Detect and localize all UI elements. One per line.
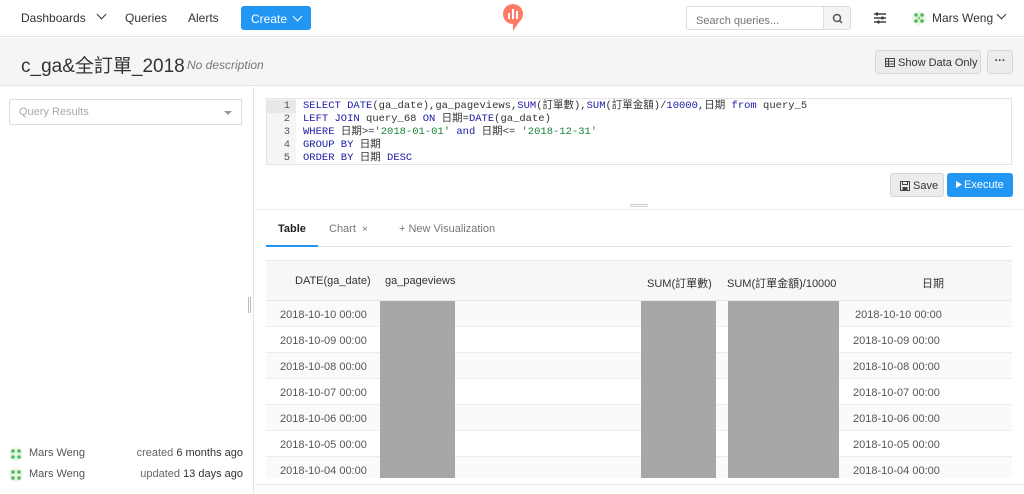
sliders-icon[interactable] (873, 11, 887, 25)
table-row: 2018-10-10 00:00 2018-10-10 00:00 (266, 301, 1012, 327)
column-header[interactable]: SUM(訂單金額)/10000 (727, 275, 836, 291)
show-data-only-button[interactable]: Show Data Only (875, 50, 981, 74)
code-line: SELECT DATE(ga_date),ga_pageviews,SUM(訂單… (303, 100, 808, 112)
query-results-select[interactable]: Query Results (9, 99, 242, 125)
editor-splitter (255, 209, 1024, 210)
line-number-gutter: 1 2 3 4 5 (267, 99, 296, 164)
query-results-placeholder: Query Results (19, 106, 89, 118)
code-line: WHERE 日期>='2018-01-01' and 日期<= '2018-12… (303, 126, 598, 138)
sql-editor[interactable]: 1 2 3 4 5 SELECT DATE(ga_date),ga_pagevi… (266, 98, 1012, 165)
nav-dashboards-label: Dashboards (21, 11, 86, 25)
execute-button[interactable]: Execute (947, 173, 1013, 197)
table-cell: 2018-10-06 00:00 (853, 413, 940, 425)
sidebar-resize-handle[interactable] (248, 297, 251, 313)
table-row: 2018-10-09 00:00 2018-10-09 00:00 (266, 327, 1012, 353)
table-row: 2018-10-07 00:00 2018-10-07 00:00 (266, 379, 1012, 405)
query-header: c_ga&全訂單_2018 No description Show Data O… (0, 38, 1024, 86)
new-visualization-button[interactable]: + New Visualization (399, 223, 495, 235)
updated-when: updated 13 days ago (140, 468, 243, 480)
redash-logo-icon[interactable] (502, 4, 524, 32)
table-icon (885, 58, 895, 67)
tab-chart[interactable]: Chart (329, 223, 356, 235)
table-cell: 2018-10-10 00:00 (855, 309, 942, 321)
table-cell: 2018-10-04 00:00 (853, 465, 940, 477)
search-button[interactable] (823, 6, 851, 30)
table-cell: 2018-10-05 00:00 (853, 439, 940, 451)
column-header[interactable]: 日期 (922, 275, 944, 291)
avatar (9, 468, 23, 482)
table-cell: 2018-10-10 00:00 (280, 309, 367, 321)
execute-label: Execute (964, 179, 1004, 191)
top-navbar: Dashboards Queries Alerts Create Search … (0, 0, 1024, 37)
save-button[interactable]: Save (890, 173, 944, 197)
redacted-block (641, 301, 716, 478)
table-cell: 2018-10-09 00:00 (853, 335, 940, 347)
user-name: Mars Weng (932, 11, 994, 25)
table-cell: 2018-10-09 00:00 (280, 335, 367, 347)
sidebar: Query Results Mars Weng created 6 months… (0, 87, 254, 494)
created-label: created (136, 447, 174, 459)
code-line: ORDER BY 日期 DESC (303, 152, 413, 164)
table-row: 2018-10-06 00:00 2018-10-06 00:00 (266, 405, 1012, 431)
create-button[interactable]: Create (241, 6, 311, 30)
page-title[interactable]: c_ga&全訂單_2018 (21, 51, 185, 78)
table-row: 2018-10-08 00:00 2018-10-08 00:00 (266, 353, 1012, 379)
results-table: DATE(ga_date) ga_pageviews SUM(訂單數) SUM(… (266, 260, 1012, 478)
updated-by: Mars Weng (29, 468, 86, 480)
table-cell: 2018-10-07 00:00 (280, 387, 367, 399)
table-row: 2018-10-04 00:00 2018-10-04 00:00 (266, 457, 1012, 478)
updated-time: 13 days ago (183, 468, 243, 480)
nav-dashboards[interactable]: Dashboards (21, 11, 86, 25)
line-number: 2 (283, 113, 290, 125)
more-actions-button[interactable]: ··· (987, 50, 1013, 74)
table-header: DATE(ga_date) ga_pageviews SUM(訂單數) SUM(… (266, 261, 1012, 301)
created-when: created 6 months ago (137, 447, 243, 459)
created-meta: Mars Weng created 6 months ago (9, 447, 243, 461)
close-icon[interactable]: × (362, 224, 368, 235)
resize-grip-icon[interactable] (630, 204, 648, 207)
footer-divider (255, 484, 1024, 485)
search-icon (832, 13, 843, 24)
save-label: Save (913, 180, 939, 192)
table-cell: 2018-10-04 00:00 (280, 465, 367, 477)
caret-down-icon (224, 111, 232, 115)
play-icon (956, 181, 962, 188)
chevron-down-icon (292, 11, 303, 22)
table-cell: 2018-10-08 00:00 (280, 361, 367, 373)
table-cell: 2018-10-05 00:00 (280, 439, 367, 451)
table-row: 2018-10-05 00:00 2018-10-05 00:00 (266, 431, 1012, 457)
column-header[interactable]: SUM(訂單數) (647, 275, 712, 291)
tabs-divider (266, 246, 1012, 247)
chevron-down-icon (996, 9, 1007, 20)
table-cell: 2018-10-07 00:00 (853, 387, 940, 399)
created-time: 6 months ago (176, 447, 243, 459)
code-line: LEFT JOIN query_68 ON 日期=DATE(ga_date) (303, 113, 551, 125)
create-button-label: Create (251, 12, 288, 26)
query-description[interactable]: No description (187, 58, 264, 72)
floppy-disk-icon (900, 181, 910, 191)
active-tab-indicator (266, 245, 318, 247)
table-cell: 2018-10-08 00:00 (853, 361, 940, 373)
column-header[interactable]: DATE(ga_date) (295, 275, 371, 287)
line-number: 4 (283, 139, 290, 151)
updated-meta: Mars Weng updated 13 days ago (9, 468, 243, 482)
nav-alerts[interactable]: Alerts (188, 11, 219, 25)
avatar (912, 11, 926, 25)
column-header[interactable]: ga_pageviews (385, 275, 455, 287)
tab-table[interactable]: Table (278, 223, 306, 235)
created-by: Mars Weng (29, 447, 86, 459)
avatar (9, 447, 23, 461)
redacted-block (380, 301, 455, 478)
nav-queries[interactable]: Queries (125, 11, 167, 25)
redacted-block (728, 301, 839, 478)
search-input[interactable] (686, 6, 824, 30)
code-line: GROUP BY 日期 (303, 139, 381, 151)
updated-label: updated (140, 468, 180, 480)
line-number: 3 (283, 126, 290, 138)
show-data-only-label: Show Data Only (898, 57, 978, 69)
line-number: 5 (283, 152, 290, 164)
chevron-down-icon[interactable] (96, 9, 107, 20)
table-cell: 2018-10-06 00:00 (280, 413, 367, 425)
line-number: 1 (267, 100, 296, 113)
